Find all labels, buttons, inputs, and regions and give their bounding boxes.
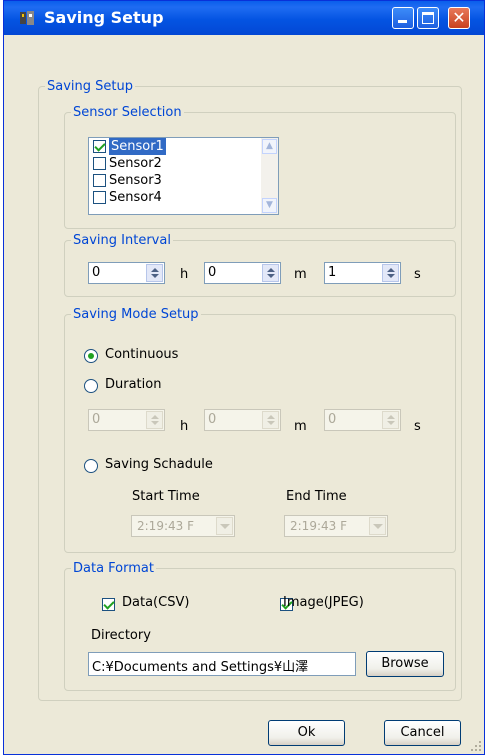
directory-value: C:¥Documents and Settings¥山澤 (92, 660, 309, 675)
maximize-icon (422, 12, 434, 24)
sensor-checkbox-3[interactable] (93, 174, 106, 187)
interval-seconds-value: 1 (328, 265, 337, 280)
start-time-value: 2:19:43 F (137, 519, 194, 533)
scroll-down-icon[interactable]: ▼ (262, 198, 277, 213)
sensor-item-label: Sensor4 (109, 190, 162, 205)
spinner-arrows-icon[interactable] (146, 264, 163, 282)
duration-hours-unit: h (180, 419, 189, 434)
window-title: Saving Setup (44, 8, 164, 27)
minimize-icon (398, 20, 407, 23)
start-time-picker: 2:19:43 F (131, 515, 235, 537)
start-time-label: Start Time (132, 489, 200, 504)
sensor-item-label: Sensor2 (109, 156, 162, 171)
ok-button[interactable]: Ok (268, 720, 345, 746)
duration-minutes-unit: m (294, 419, 307, 434)
scroll-up-icon[interactable]: ▲ (262, 139, 277, 154)
sensor-selection-title: Sensor Selection (73, 105, 182, 120)
cancel-button[interactable]: Cancel (384, 720, 461, 746)
maximize-button[interactable] (417, 7, 439, 29)
data-format-title: Data Format (73, 561, 154, 576)
saving-setup-group-title: Saving Setup (47, 79, 133, 94)
chevron-down-icon (216, 517, 233, 535)
image-jpeg-label[interactable]: Image(JPEG) (283, 595, 364, 610)
duration-minutes-value: 0 (208, 412, 217, 427)
sensor-checkbox-2[interactable] (93, 157, 106, 170)
sensor-checkbox-1[interactable] (93, 140, 106, 153)
end-time-picker: 2:19:43 F (284, 515, 388, 537)
data-csv-label[interactable]: Data(CSV) (122, 595, 189, 610)
duration-minutes-spinner: 0 (204, 409, 281, 431)
spinner-arrows-icon (382, 411, 399, 429)
hours-unit-label: h (180, 267, 189, 282)
minimize-button[interactable] (392, 7, 414, 29)
spinner-arrows-icon (146, 411, 163, 429)
duration-seconds-value: 0 (328, 412, 337, 427)
resize-grip-icon[interactable] (470, 740, 482, 752)
interval-hours-value: 0 (92, 265, 101, 280)
duration-hours-spinner: 0 (88, 409, 165, 431)
saving-schedule-label[interactable]: Saving Schadule (105, 457, 213, 472)
title-bar[interactable]: Saving Setup ✕ (4, 1, 484, 35)
duration-seconds-unit: s (414, 419, 421, 434)
saving-interval-title: Saving Interval (73, 233, 171, 248)
minutes-unit-label: m (294, 267, 307, 282)
data-csv-checkbox[interactable] (102, 598, 115, 611)
sensor-item-3[interactable]: Sensor3 (89, 172, 278, 189)
saving-setup-window: Saving Setup ✕ Saving Setup Sensor Selec… (3, 0, 485, 755)
sensor-checkbox-4[interactable] (93, 191, 106, 204)
duration-label[interactable]: Duration (105, 377, 161, 392)
close-icon: ✕ (452, 8, 466, 27)
spinner-arrows-icon[interactable] (382, 264, 399, 282)
duration-radio[interactable] (84, 379, 98, 393)
interval-seconds-spinner[interactable]: 1 (324, 262, 401, 284)
sensor-item-1[interactable]: Sensor1 (89, 138, 278, 155)
continuous-radio[interactable] (84, 349, 98, 363)
spinner-arrows-icon[interactable] (262, 264, 279, 282)
spinner-arrows-icon (262, 411, 279, 429)
app-icon (20, 11, 34, 25)
end-time-value: 2:19:43 F (290, 519, 347, 533)
sensor-item-label: Sensor1 (109, 138, 166, 155)
saving-mode-title: Saving Mode Setup (73, 307, 199, 322)
sensor-item-2[interactable]: Sensor2 (89, 155, 278, 172)
sensor-item-label: Sensor3 (109, 173, 162, 188)
browse-button[interactable]: Browse (366, 651, 444, 677)
interval-minutes-value: 0 (208, 265, 217, 280)
chevron-down-icon (369, 517, 386, 535)
duration-hours-value: 0 (92, 412, 101, 427)
duration-seconds-spinner: 0 (324, 409, 401, 431)
sensor-listbox[interactable]: Sensor1 Sensor2 Sensor3 Sensor4 ▲ ▼ (88, 137, 279, 215)
end-time-label: End Time (286, 489, 347, 504)
sensor-list-scrollbar[interactable]: ▲ ▼ (261, 138, 278, 214)
continuous-label[interactable]: Continuous (105, 347, 178, 362)
seconds-unit-label: s (414, 267, 421, 282)
interval-hours-spinner[interactable]: 0 (88, 262, 165, 284)
sensor-item-4[interactable]: Sensor4 (89, 189, 278, 206)
saving-schedule-radio[interactable] (84, 459, 98, 473)
directory-label: Directory (91, 628, 151, 643)
close-button[interactable]: ✕ (448, 7, 470, 29)
interval-minutes-spinner[interactable]: 0 (204, 262, 281, 284)
directory-input[interactable]: C:¥Documents and Settings¥山澤 (88, 652, 356, 676)
